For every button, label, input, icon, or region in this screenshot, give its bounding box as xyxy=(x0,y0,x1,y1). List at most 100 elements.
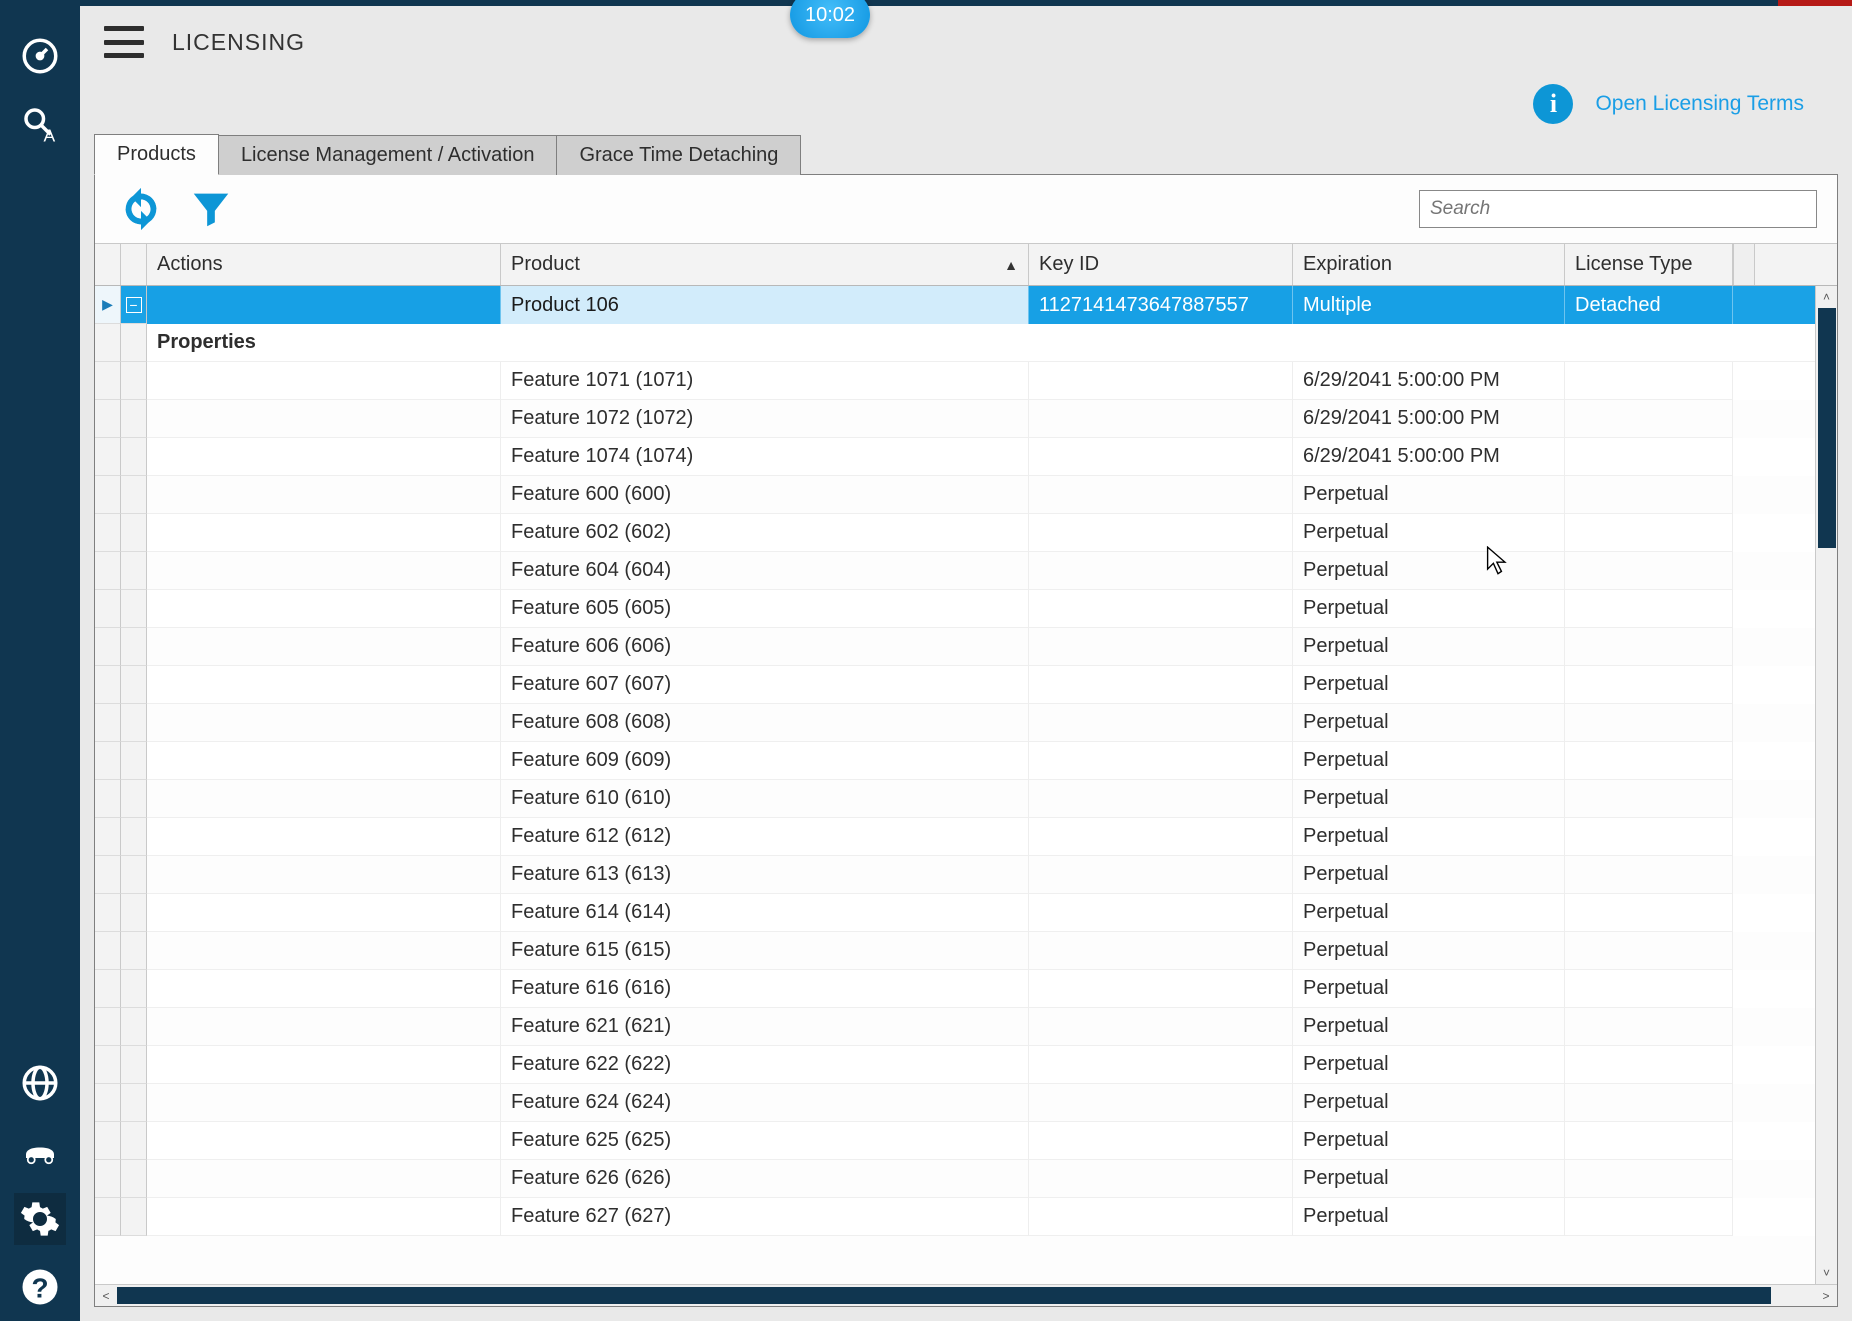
tab-grace-time-detaching[interactable]: Grace Time Detaching xyxy=(557,135,801,175)
cell-keyid xyxy=(1029,856,1293,894)
scroll-right-icon[interactable]: ˃ xyxy=(1815,1285,1837,1306)
info-icon[interactable]: i xyxy=(1533,84,1573,124)
cell-product: Feature 609 (609) xyxy=(501,742,1029,780)
hscroll-thumb[interactable] xyxy=(117,1287,1771,1304)
vehicle-icon[interactable] xyxy=(14,1125,66,1177)
feature-row[interactable]: Feature 610 (610)Perpetual xyxy=(95,780,1815,818)
cell-license-type xyxy=(1565,970,1733,1008)
cell-expiration: Perpetual xyxy=(1293,970,1565,1008)
feature-row[interactable]: Feature 624 (624)Perpetual xyxy=(95,1084,1815,1122)
scroll-left-icon[interactable]: ˂ xyxy=(95,1285,117,1306)
cell-actions xyxy=(147,590,501,628)
cell-license-type xyxy=(1565,1046,1733,1084)
cell-license-type xyxy=(1565,1008,1733,1046)
feature-row[interactable]: Feature 1071 (1071)6/29/2041 5:00:00 PM xyxy=(95,362,1815,400)
cell-product: Feature 625 (625) xyxy=(501,1122,1029,1160)
vscroll-thumb[interactable] xyxy=(1818,308,1836,548)
feature-row[interactable]: Feature 625 (625) Perpetual xyxy=(95,1122,1815,1160)
cell-actions xyxy=(147,780,501,818)
settings-icon[interactable] xyxy=(14,1193,66,1245)
feature-row[interactable]: Feature 615 (615)Perpetual xyxy=(95,932,1815,970)
cell-keyid xyxy=(1029,818,1293,856)
cell-keyid xyxy=(1029,628,1293,666)
cell-license-type xyxy=(1565,400,1733,438)
help-icon[interactable]: ? xyxy=(14,1261,66,1313)
cell-expiration: Perpetual xyxy=(1293,1122,1565,1160)
feature-row[interactable]: Feature 600 (600)Perpetual xyxy=(95,476,1815,514)
cell-license-type xyxy=(1565,742,1733,780)
scroll-down-icon[interactable]: ˅ xyxy=(1816,1262,1837,1284)
column-header-keyid[interactable]: Key ID xyxy=(1029,244,1293,285)
column-header-expiration[interactable]: Expiration xyxy=(1293,244,1565,285)
cell-expiration: Perpetual xyxy=(1293,1160,1565,1198)
cell-keyid xyxy=(1029,932,1293,970)
grid-expand-header xyxy=(121,244,147,285)
cell-license-type xyxy=(1565,894,1733,932)
cell-expiration: Perpetual xyxy=(1293,628,1565,666)
feature-row[interactable]: Feature 1074 (1074)6/29/2041 5:00:00 PM xyxy=(95,438,1815,476)
cell-keyid xyxy=(1029,742,1293,780)
cell-keyid xyxy=(1029,362,1293,400)
column-header-actions[interactable]: Actions xyxy=(147,244,501,285)
cell-expiration: Perpetual xyxy=(1293,590,1565,628)
gauge-icon[interactable] xyxy=(14,30,66,82)
tab-products[interactable]: Products xyxy=(94,134,219,175)
cell-keyid xyxy=(1029,780,1293,818)
scroll-up-icon[interactable]: ˄ xyxy=(1816,286,1837,308)
grid-header-row: Actions Product Key ID Expiration Licens… xyxy=(95,244,1837,286)
cell-expiration: 6/29/2041 5:00:00 PM xyxy=(1293,400,1565,438)
feature-row[interactable]: Feature 605 (605)Perpetual xyxy=(95,590,1815,628)
vertical-scrollbar[interactable]: ˄ ˅ xyxy=(1815,286,1837,1284)
cell-keyid xyxy=(1029,438,1293,476)
cell-keyid xyxy=(1029,590,1293,628)
cell-license-type xyxy=(1565,704,1733,742)
cell-keyid xyxy=(1029,476,1293,514)
svg-text:A: A xyxy=(44,126,56,146)
cell-actions xyxy=(147,1160,501,1198)
column-header-product[interactable]: Product xyxy=(501,244,1029,285)
cell-expiration: Perpetual xyxy=(1293,704,1565,742)
feature-row[interactable]: Feature 614 (614)Perpetual xyxy=(95,894,1815,932)
cell-license-type xyxy=(1565,666,1733,704)
feature-row[interactable]: Feature 613 (613)Perpetual xyxy=(95,856,1815,894)
cell-actions xyxy=(147,818,501,856)
feature-row[interactable]: Feature 612 (612)Perpetual xyxy=(95,818,1815,856)
tab-license-management[interactable]: License Management / Activation xyxy=(219,135,558,175)
column-header-license-type[interactable]: License Type xyxy=(1565,244,1733,285)
refresh-button[interactable] xyxy=(115,183,167,235)
search-input[interactable] xyxy=(1419,190,1817,228)
open-licensing-terms-link[interactable]: Open Licensing Terms xyxy=(1595,92,1804,116)
diagnostics-icon[interactable]: A xyxy=(14,98,66,150)
cell-expiration: Perpetual xyxy=(1293,780,1565,818)
feature-row[interactable]: Feature 608 (608) Perpetual xyxy=(95,704,1815,742)
feature-row[interactable]: Feature 606 (606)Perpetual xyxy=(95,628,1815,666)
cell-actions xyxy=(147,666,501,704)
hamburger-menu-button[interactable] xyxy=(104,26,144,58)
feature-row[interactable]: Feature 604 (604)Perpetual xyxy=(95,552,1815,590)
row-expander[interactable]: − xyxy=(121,286,147,324)
cell-license-type: Detached xyxy=(1565,286,1733,324)
row-indicator-icon: ▶ xyxy=(95,286,121,324)
cell-product: Feature 1074 (1074) xyxy=(501,438,1029,476)
feature-row[interactable]: Feature 609 (609)Perpetual xyxy=(95,742,1815,780)
feature-row[interactable]: Feature 622 (622)Perpetual xyxy=(95,1046,1815,1084)
cell-license-type xyxy=(1565,1084,1733,1122)
cell-keyid xyxy=(1029,514,1293,552)
product-row-selected[interactable]: ▶ − Product 106 1127141473647887557 Mult… xyxy=(95,286,1815,324)
cell-actions xyxy=(147,1084,501,1122)
feature-row[interactable]: Feature 621 (621)Perpetual xyxy=(95,1008,1815,1046)
cell-license-type xyxy=(1565,856,1733,894)
cell-product: Feature 624 (624) xyxy=(501,1084,1029,1122)
feature-row[interactable]: Feature 627 (627)Perpetual xyxy=(95,1198,1815,1236)
horizontal-scrollbar[interactable]: ˂ ˃ xyxy=(95,1284,1837,1306)
feature-row[interactable]: Feature 602 (602)Perpetual xyxy=(95,514,1815,552)
feature-row[interactable]: Feature 1072 (1072)6/29/2041 5:00:00 PM xyxy=(95,400,1815,438)
globe-icon[interactable] xyxy=(14,1057,66,1109)
cell-product: Feature 608 (608) xyxy=(501,704,1029,742)
feature-row[interactable]: Feature 626 (626)Perpetual xyxy=(95,1160,1815,1198)
feature-row[interactable]: Feature 607 (607)Perpetual xyxy=(95,666,1815,704)
cell-product: Feature 615 (615) xyxy=(501,932,1029,970)
feature-row[interactable]: Feature 616 (616)Perpetual xyxy=(95,970,1815,1008)
filter-button[interactable] xyxy=(185,183,237,235)
cell-license-type xyxy=(1565,628,1733,666)
